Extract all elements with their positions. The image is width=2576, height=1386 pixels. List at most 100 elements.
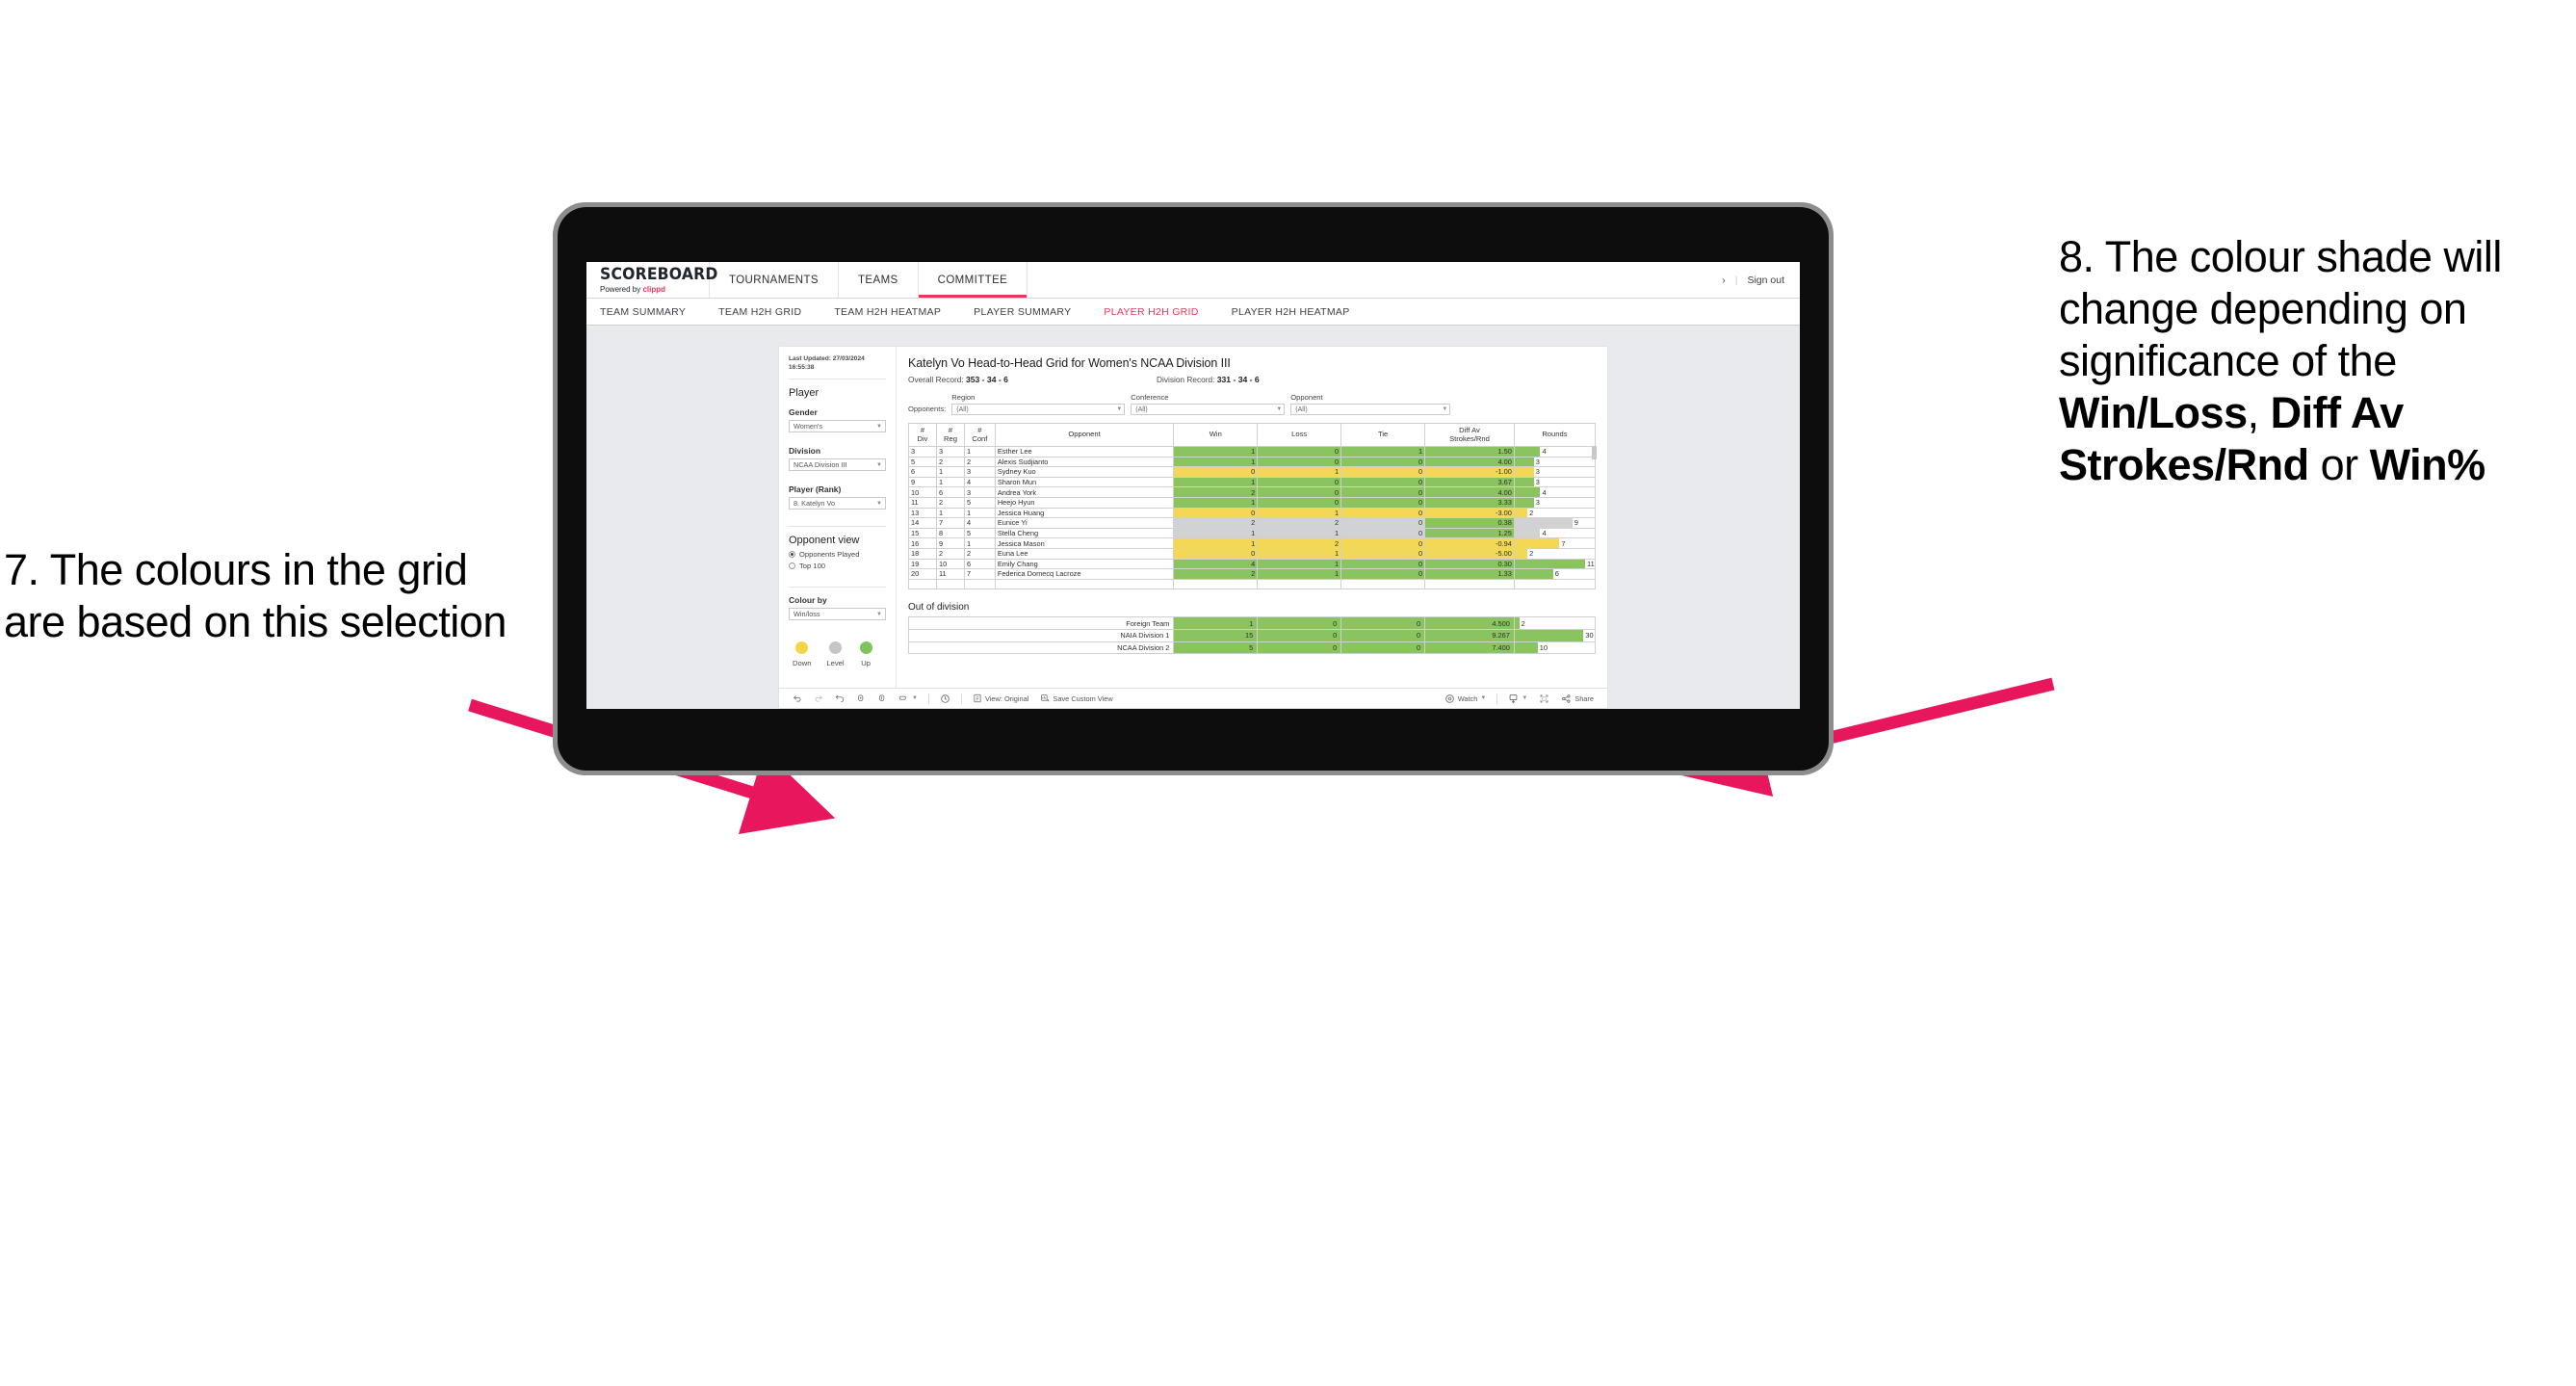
cell-reg: 7	[935, 517, 965, 529]
table-row[interactable]: 15 8 5 Stella Cheng 1 1 0 1.25 4	[908, 527, 1597, 539]
rounds-value: 6	[1554, 569, 1559, 579]
fullscreen-button[interactable]	[1533, 693, 1555, 704]
cell-conf: 1	[963, 446, 996, 458]
grid-col-header-8: Rounds	[1513, 423, 1597, 447]
cell-div: 6	[908, 466, 937, 478]
cell-loss: 1	[1257, 466, 1342, 478]
watch-button[interactable]: Watch ▼	[1439, 693, 1493, 704]
clock-button[interactable]	[934, 693, 956, 704]
legend-dot-down-icon	[795, 641, 809, 655]
radio-opponents-played[interactable]: Opponents Played	[789, 550, 886, 559]
cell-win: 4	[1173, 558, 1259, 570]
nav-committee[interactable]: COMMITTEE	[918, 262, 1028, 298]
subtab-player-h2h-grid[interactable]: PLAYER H2H GRID	[1087, 306, 1214, 318]
ood-row[interactable]: NAIA Division 1 15 0 0 9.267 30	[907, 628, 1597, 642]
view-icon	[974, 693, 981, 703]
table-row[interactable]: 11 2 5 Heejo Hyun 1 0 0 3.33 3	[908, 496, 1597, 509]
table-row[interactable]: 18 2 2 Euna Lee 0 1 0 -5.00 2	[908, 547, 1597, 560]
rounds-bar	[1515, 458, 1534, 466]
view-original-button[interactable]: View: Original	[967, 693, 1034, 703]
ood-row[interactable]: NCAA Division 2 5 0 0 7.400 10	[907, 641, 1597, 655]
cell-tie: 0	[1340, 466, 1426, 478]
cell-loss: 1	[1257, 547, 1342, 560]
radio-top-100-label: Top 100	[799, 562, 826, 571]
table-row[interactable]: 9 1 4 Sharon Mun 1 0 0 3.67 3	[908, 476, 1597, 488]
filter-conference-select[interactable]: (All) ▼	[1131, 404, 1286, 415]
legend-up-label: Up	[861, 659, 871, 668]
cell-reg: 1	[935, 476, 965, 488]
table-row[interactable]: 6 1 3 Sydney Kuo 0 1 0 -1.00 3	[908, 466, 1597, 478]
subtab-player-h2h-heatmap[interactable]: PLAYER H2H HEATMAP	[1215, 306, 1366, 318]
table-row[interactable]: 16 9 1 Jessica Mason 1 2 0 -0.94 7	[908, 537, 1597, 549]
cell-opponent: Jessica Mason	[994, 537, 1175, 549]
cell-conf: 5	[963, 527, 996, 539]
division-select[interactable]: NCAA Division III ▼	[789, 458, 886, 472]
undo-button[interactable]	[787, 693, 808, 703]
nav-teams[interactable]: TEAMS	[839, 262, 919, 298]
filter-opponent-select[interactable]: (All) ▼	[1290, 404, 1451, 415]
nav-tournaments[interactable]: TOURNAMENTS	[710, 262, 839, 298]
page-title: Katelyn Vo Head-to-Head Grid for Women's…	[908, 356, 1231, 370]
cell-win: 1	[1173, 527, 1259, 539]
cell-rounds: 3	[1513, 456, 1597, 468]
colour-by-select[interactable]: Win/loss ▼	[789, 608, 886, 621]
ood-row[interactable]: Foreign Team 1 0 0 4.500 2	[907, 616, 1597, 630]
overall-record-value: 353 - 34 - 6	[965, 375, 1008, 384]
cell-reg: 2	[935, 456, 965, 468]
rounds-value: 3	[1535, 457, 1540, 466]
shape-dropdown-button[interactable]: ▼	[893, 693, 924, 703]
cell-loss: 2	[1257, 537, 1342, 549]
cell-blank	[908, 578, 937, 590]
subtab-team-h2h-heatmap[interactable]: TEAM H2H HEATMAP	[818, 306, 957, 318]
grid-col-header-4: Win	[1173, 423, 1259, 447]
annotation-8: 8. The colour shade will change dependin…	[2059, 231, 2569, 491]
cell-diff: 4.00	[1424, 456, 1515, 468]
refresh-button[interactable]	[850, 693, 872, 703]
chevron-down-icon: ▼	[876, 611, 882, 617]
player-rank-select[interactable]: 8. Katelyn Vo ▼	[789, 497, 886, 510]
radio-top-100[interactable]: Top 100	[789, 562, 886, 570]
filters-sidebar: Last Updated: 27/03/2024 16:55:38 Player…	[779, 347, 897, 688]
cell-rounds: 9	[1513, 517, 1597, 529]
cell-reg: 3	[935, 446, 965, 458]
table-row[interactable]: 20 11 7 Federica Domecq Lacroze 2 1 0 1.33 6	[908, 568, 1597, 580]
cell-opponent: Andrea York	[994, 486, 1175, 498]
subtab-team-h2h-grid[interactable]: TEAM H2H GRID	[702, 306, 818, 318]
gender-select[interactable]: Women's ▼	[789, 420, 886, 433]
grid-col-header-2: # Conf	[963, 423, 996, 447]
cell-diff: 1.33	[1424, 568, 1515, 580]
cell-conf: 2	[963, 456, 996, 468]
subtab-team-h2h-grid-label: TEAM H2H GRID	[718, 305, 802, 318]
undo-icon	[793, 695, 801, 702]
redo-button[interactable]	[808, 693, 829, 703]
table-row[interactable]: 14 7 4 Eunice Yi 2 2 0 0.38 9	[908, 517, 1597, 529]
revert-button[interactable]	[829, 693, 850, 703]
share-icon	[1562, 693, 1571, 703]
table-row[interactable]: 19 10 6 Emily Chang 4 1 0 0.30 11	[908, 558, 1597, 570]
table-row[interactable]: 5 2 2 Alexis Sudjianto 1 0 0 4.00 3	[908, 456, 1597, 468]
chevron-right-icon[interactable]: ›	[1722, 275, 1726, 286]
overall-record: Overall Record: 353 - 34 - 6	[908, 375, 1157, 384]
pause-button[interactable]	[872, 693, 893, 703]
table-row[interactable]: 3 3 1 Esther Lee 1 0 1 1.50 4	[908, 446, 1597, 458]
cell-div: 3	[908, 446, 937, 458]
subtab-player-summary[interactable]: PLAYER SUMMARY	[957, 306, 1087, 318]
save-custom-view-button[interactable]: Save Custom View	[1034, 693, 1118, 703]
subtab-team-summary[interactable]: TEAM SUMMARY	[600, 306, 702, 318]
sign-out-link[interactable]: Sign out	[1747, 275, 1784, 286]
share-button[interactable]: Share	[1555, 693, 1600, 704]
nav-committee-label: COMMITTEE	[937, 274, 1008, 286]
clippd-name: clippd	[642, 284, 666, 294]
cell-win: 1	[1173, 476, 1259, 488]
cell-loss: 2	[1257, 517, 1342, 529]
cell-win: 2	[1173, 517, 1259, 529]
filter-region-select[interactable]: (All) ▼	[951, 404, 1126, 415]
subscribe-button[interactable]: ▼	[1502, 693, 1533, 704]
grid-vertical-scrollbar[interactable]	[1592, 446, 1597, 459]
table-row[interactable]: 13 1 1 Jessica Huang 0 1 0 -3.00 2	[908, 507, 1597, 519]
cell-rounds: 3	[1513, 476, 1597, 488]
brand-logo[interactable]: SCOREBOARD Powered by clippd	[586, 262, 717, 298]
table-row[interactable]: 10 6 3 Andrea York 2 0 0 4.00 4	[908, 486, 1597, 498]
grid-col-header-1: # Reg	[935, 423, 965, 447]
